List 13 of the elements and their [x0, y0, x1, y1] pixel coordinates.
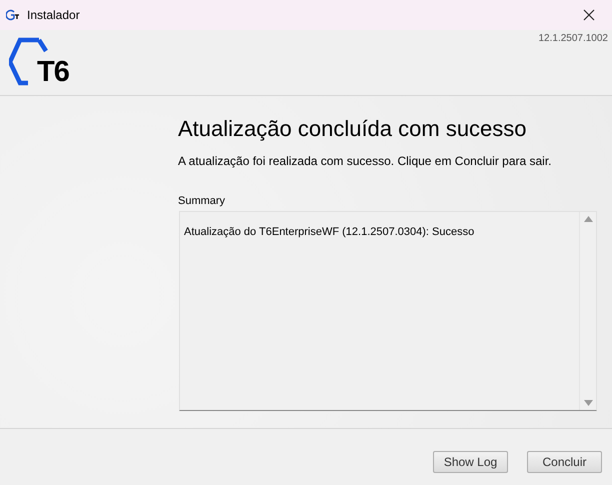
action-button[interactable]: Show Log: [433, 450, 508, 472]
scroll-up-icon[interactable]: [584, 216, 592, 222]
window-title: Instalador: [27, 8, 81, 22]
summary-line: Atualização do T6EnterpriseWF (12.1.2507.0304): Sucesso: [184, 226, 476, 238]
action-button[interactable]: Concluir: [527, 450, 602, 472]
description-text: A atualização foi realizada com sucesso. Clique em Concluir para sair.: [178, 154, 553, 168]
version-label: 12.1.2507.1002: [538, 33, 608, 46]
app-icon: [6, 9, 22, 21]
logo: T6: [9, 37, 99, 87]
summary-label: Summary: [178, 195, 226, 207]
scrollbar[interactable]: [579, 212, 596, 410]
page-heading: Atualização concluída com sucesso: [178, 116, 528, 142]
scroll-down-icon[interactable]: [584, 400, 592, 406]
